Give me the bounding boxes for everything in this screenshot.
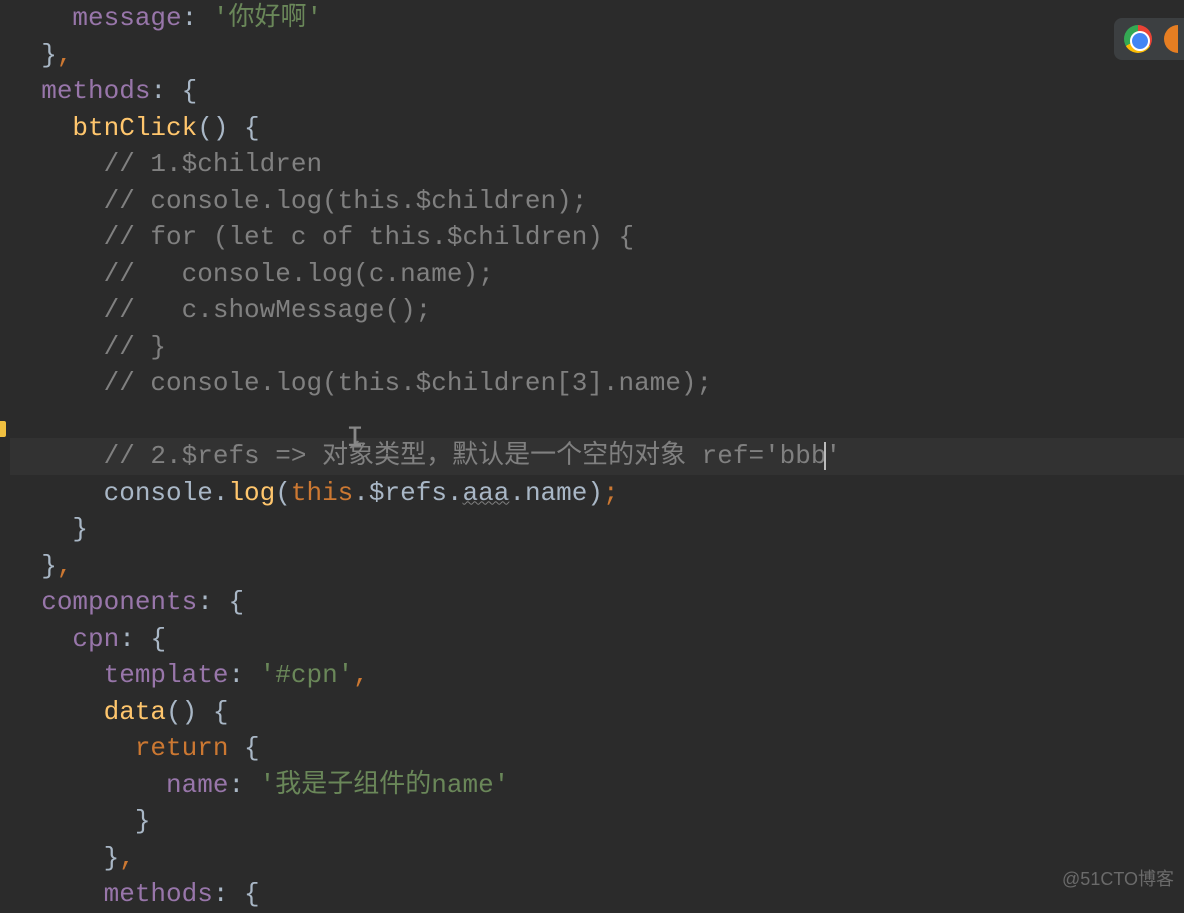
code-line: // console.log(this.$children); — [10, 183, 1184, 220]
chrome-icon — [1124, 25, 1152, 53]
code-line: data() { — [10, 694, 1184, 731]
code-line: // } — [10, 329, 1184, 366]
code-line: }, — [10, 548, 1184, 585]
code-editor[interactable]: message: '你好啊' }, methods: { btnClick() … — [0, 0, 1184, 913]
partial-icon — [1164, 25, 1178, 53]
code-line: }, — [10, 840, 1184, 877]
code-line: methods: { — [10, 876, 1184, 913]
code-line: btnClick() { — [10, 110, 1184, 147]
code-line: methods: { — [10, 73, 1184, 110]
watermark: @51CTO博客 — [1062, 867, 1174, 892]
code-line: cpn: { — [10, 621, 1184, 658]
code-line: // console.log(this.$children[3].name); — [10, 365, 1184, 402]
code-line: components: { — [10, 584, 1184, 621]
code-line: return { — [10, 730, 1184, 767]
code-line: message: '你好啊' — [10, 0, 1184, 37]
code-line: } — [10, 803, 1184, 840]
code-line: // console.log(c.name); — [10, 256, 1184, 293]
code-line: // 1.$children — [10, 146, 1184, 183]
code-line: template: '#cpn', — [10, 657, 1184, 694]
code-line: } — [10, 511, 1184, 548]
code-line: name: '我是子组件的name' — [10, 767, 1184, 804]
code-line: // for (let c of this.$children) { — [10, 219, 1184, 256]
code-line: }, — [10, 37, 1184, 74]
code-line-active: // 2.$refs => 对象类型，默认是一个空的对象 ref='bbb' — [10, 438, 1184, 475]
code-line: console.log(this.$refs.aaa.name); — [10, 475, 1184, 512]
code-line — [10, 402, 1184, 439]
floating-browser-tab[interactable] — [1114, 18, 1184, 60]
code-line: // c.showMessage(); — [10, 292, 1184, 329]
